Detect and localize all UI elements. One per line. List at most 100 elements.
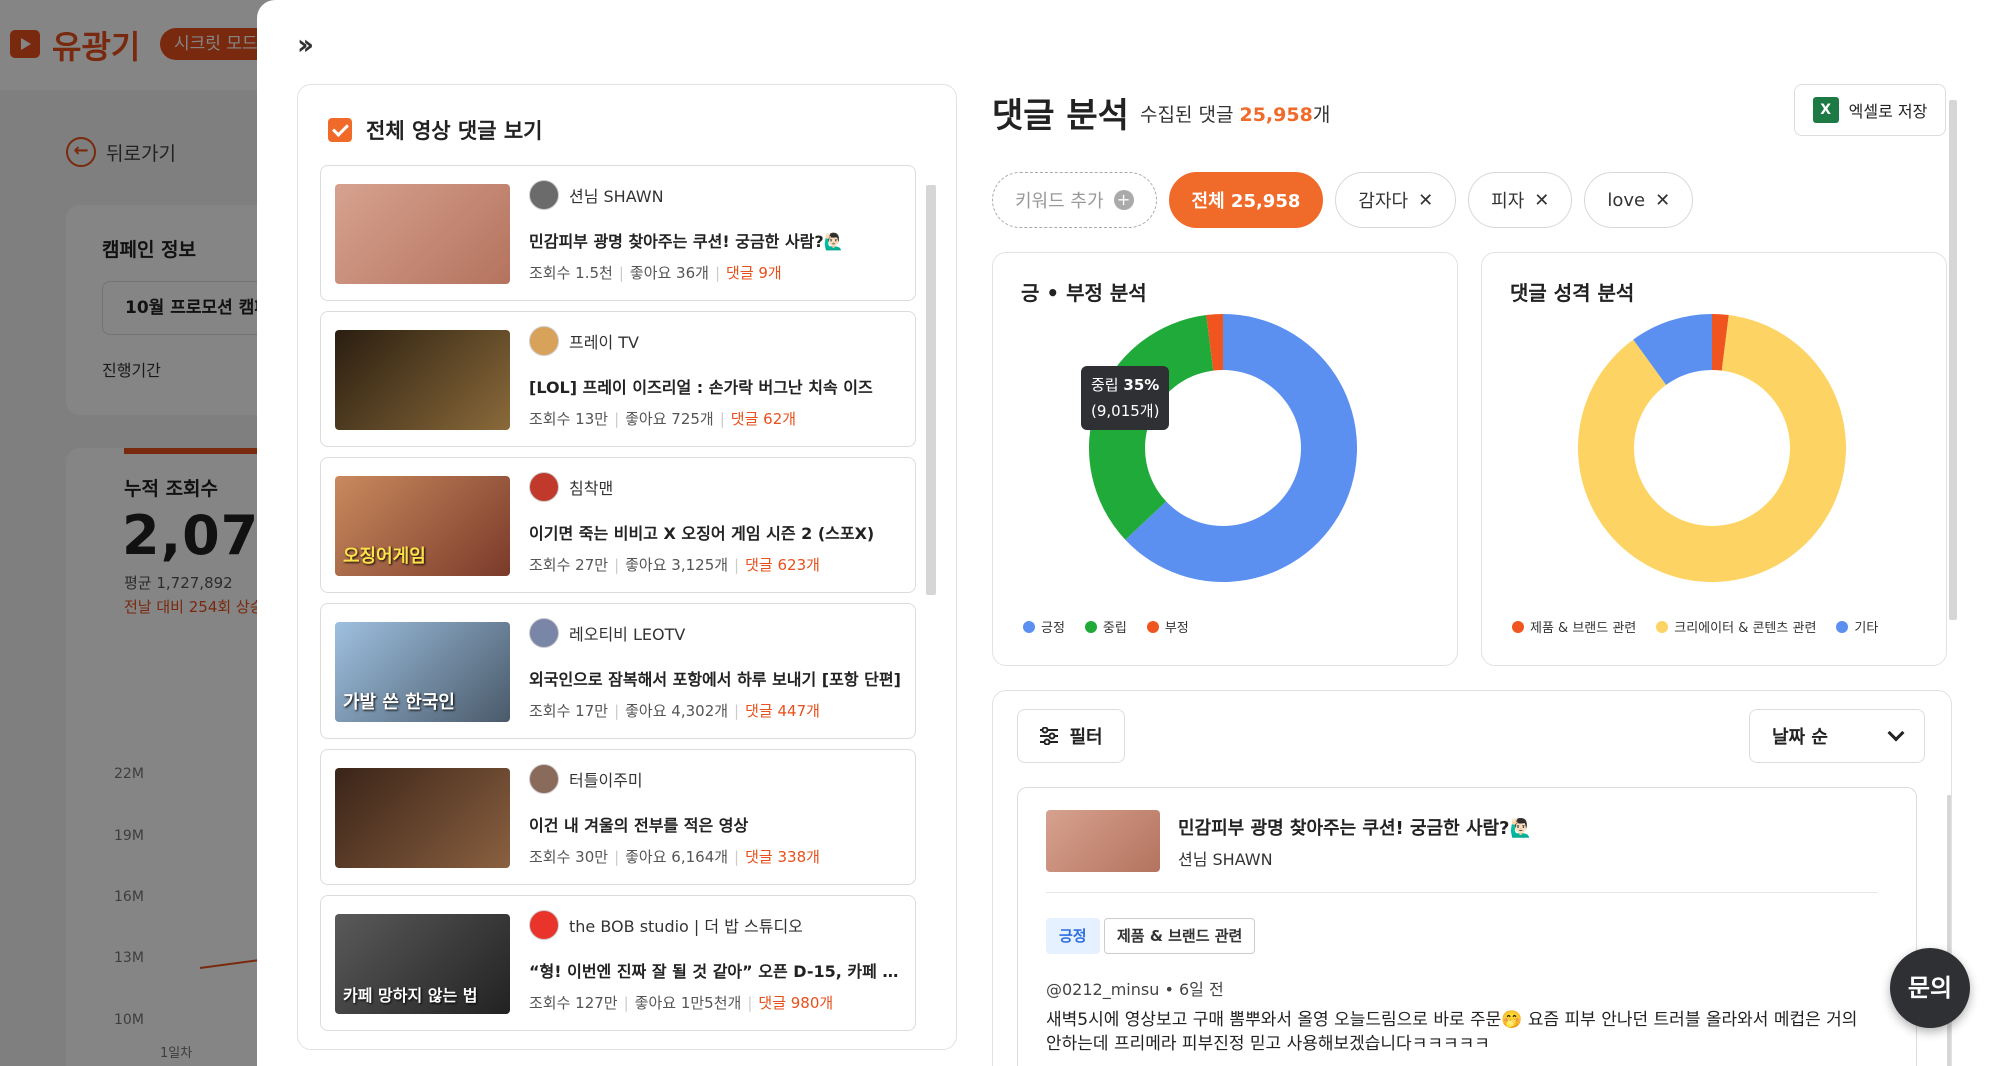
excel-export-button[interactable]: X 엑셀로 저장 [1794, 84, 1946, 136]
sort-select[interactable]: 날짜 순 [1749, 709, 1925, 763]
video-item[interactable]: 터틀이주미 이건 내 겨울의 전부를 적은 영상 조회수 30만 | 좋아요 6,1… [320, 749, 916, 885]
video-item[interactable]: 프레이 TV [LOL] 프레이 이즈리얼 : 손가락 버그난 치속 이즈 조회… [320, 311, 916, 447]
legend-dot [1084, 621, 1097, 633]
thumbnail-caption: 오징어게임 [343, 546, 426, 567]
video-comment-count: 댓글 338개 [745, 848, 820, 866]
video-meta: 조회수 127만 | 좋아요 1만5천개 | 댓글 980개 [529, 994, 834, 1012]
video-title: 이건 내 겨울의 전부를 적은 영상 [529, 816, 749, 835]
video-likes: 좋아요 6,164개 [625, 848, 729, 866]
keyword-chip-label: 감자다 [1358, 191, 1409, 212]
legend-item[interactable]: 긍정 [1023, 617, 1065, 636]
video-comment-count: 댓글 9개 [726, 264, 782, 282]
comment-text: 새벽5시에 영상보고 구매 뽐뿌와서 올영 오늘드림으로 바로 주문🤭 요즘 피… [1046, 1010, 1858, 1054]
video-comment-count: 댓글 623개 [745, 556, 820, 574]
close-icon[interactable]: ✕ [1655, 190, 1670, 211]
video-item[interactable]: 오징어게임 침착맨 이기면 죽는 비비고 X 오징어 게임 시즌 2 (스포X)… [320, 457, 916, 593]
inquiry-button[interactable]: 문의 [1890, 948, 1970, 1028]
video-list: 션님 SHAWN 민감피부 광명 찾아주는 쿠션! 궁금한 사람?🙋🏻‍♂️ 조… [320, 165, 916, 1041]
comment-video-title: 민감피부 광명 찾아주는 쿠션! 궁금한 사람?🙋🏻‍♂️ [1178, 818, 1532, 839]
sentiment-chart-card: 긍 • 부정 분석 중립 35% (9,015개) 긍정 중립 부정 [992, 252, 1458, 666]
video-item[interactable]: 가발 쓴 한국인 레오티비 LEOTV 외국인으로 잠복해서 포항에서 하루 보… [320, 603, 916, 739]
legend-label: 크리에이터 & 콘텐츠 관련 [1674, 621, 1817, 636]
legend-item[interactable]: 부정 [1146, 617, 1189, 636]
legend-label: 부정 [1164, 621, 1189, 636]
video-likes: 좋아요 725개 [625, 410, 714, 428]
filter-label: 필터 [1069, 727, 1103, 748]
comments-scrollbar[interactable] [1947, 795, 1951, 1066]
channel-name: 레오티비 LEOTV [569, 625, 686, 644]
character-chart-card: 댓글 성격 분석 제품 & 브랜드 관련 크리에이터 & 콘텐츠 관련 기타 [1481, 252, 1947, 666]
video-title: 이기면 죽는 비비고 X 오징어 게임 시즌 2 (스포X) [529, 524, 875, 543]
plus-icon: + [1113, 190, 1134, 210]
comment-item[interactable]: 민감피부 광명 찾아주는 쿠션! 궁금한 사람?🙋🏻‍♂️ 션님 SHAWN 긍… [1017, 787, 1917, 1066]
video-title: 민감피부 광명 찾아주는 쿠션! 궁금한 사람?🙋🏻‍♂️ [529, 232, 844, 251]
channel-name: 션님 SHAWN [569, 187, 664, 206]
channel-name: 프레이 TV [569, 333, 639, 352]
sentiment-legend: 긍정 중립 부정 [1023, 617, 1189, 636]
channel-name: 터틀이주미 [569, 771, 643, 790]
video-views: 조회수 1.5천 [529, 264, 613, 282]
add-keyword-chip[interactable]: 키워드 추가 + [992, 172, 1157, 228]
character-legend: 제품 & 브랜드 관련 크리에이터 & 콘텐츠 관련 기타 [1512, 617, 1878, 636]
legend-label: 기타 [1854, 621, 1879, 636]
collected-suffix: 개 [1312, 104, 1331, 126]
check-icon[interactable] [328, 118, 352, 142]
add-keyword-label: 키워드 추가 [1015, 191, 1104, 212]
video-comment-count: 댓글 447개 [745, 702, 820, 720]
analysis-title: 댓글 분석 [992, 96, 1129, 136]
video-meta: 조회수 13만 | 좋아요 725개 | 댓글 62개 [529, 410, 797, 428]
legend-item[interactable]: 중립 [1084, 617, 1127, 636]
keyword-chip[interactable]: 감자다 ✕ [1335, 172, 1457, 228]
close-icon[interactable]: ✕ [1418, 190, 1433, 211]
filter-button[interactable]: 필터 [1017, 709, 1125, 763]
comment-video-channel: 션님 SHAWN [1178, 850, 1273, 869]
legend-dot [1023, 621, 1035, 633]
close-icon[interactable]: ✕ [1534, 190, 1549, 211]
legend-item[interactable]: 크리에이터 & 콘텐츠 관련 [1656, 617, 1816, 636]
legend-item[interactable]: 제품 & 브랜드 관련 [1512, 617, 1636, 636]
video-list-scrollbar[interactable] [926, 185, 936, 595]
sort-label: 날짜 순 [1772, 727, 1828, 748]
divider [1046, 892, 1878, 893]
channel-avatar [529, 180, 559, 210]
video-views: 조회수 127만 [529, 994, 618, 1012]
video-views: 조회수 17만 [529, 702, 609, 720]
video-views: 조회수 13만 [529, 410, 609, 428]
character-chart-title: 댓글 성격 분석 [1510, 281, 1635, 305]
video-title: [LOL] 프레이 이즈리얼 : 손가락 버그난 치속 이즈 [529, 378, 873, 397]
video-likes: 좋아요 36개 [629, 264, 709, 282]
keyword-chip[interactable]: 피자 ✕ [1468, 172, 1573, 228]
video-likes: 좋아요 4,302개 [625, 702, 729, 720]
video-likes: 좋아요 1만5천개 [634, 994, 742, 1012]
channel-info: 션님 SHAWN [529, 180, 664, 210]
all-videos-label: 전체 영상 댓글 보기 [366, 119, 543, 143]
channel-name: the BOB studio | 더 밥 스튜디오 [569, 917, 803, 936]
keyword-chip-label: 피자 [1491, 191, 1525, 212]
keyword-chip-label: love [1607, 189, 1646, 211]
legend-dot [1836, 621, 1849, 633]
video-meta: 조회수 30만 | 좋아요 6,164개 | 댓글 338개 [529, 848, 820, 866]
sentiment-chart-title: 긍 • 부정 분석 [1021, 281, 1147, 305]
channel-info: 터틀이주미 [529, 764, 643, 794]
double-chevron-right-icon[interactable]: ›› [297, 28, 314, 61]
excel-icon: X [1812, 97, 1839, 123]
chart-tooltip: 중립 35% (9,015개) [1081, 366, 1170, 430]
channel-avatar [529, 910, 559, 940]
legend-dot [1512, 621, 1524, 633]
video-thumbnail [335, 768, 510, 868]
legend-label: 제품 & 브랜드 관련 [1530, 621, 1637, 636]
tooltip-label: 중립 [1091, 376, 1119, 394]
video-item[interactable]: 션님 SHAWN 민감피부 광명 찾아주는 쿠션! 궁금한 사람?🙋🏻‍♂️ 조… [320, 165, 916, 301]
analysis-scrollbar[interactable] [1949, 100, 1957, 620]
all-videos-toggle[interactable]: 전체 영상 댓글 보기 [328, 115, 543, 145]
keyword-chips: 키워드 추가 + 전체 25,958 감자다 ✕ 피자 ✕ love ✕ [992, 172, 1694, 228]
sentiment-donut-chart[interactable] [1083, 308, 1363, 588]
video-views: 조회수 30만 [529, 848, 609, 866]
video-item[interactable]: 카페 망하지 않는 법 the BOB studio | 더 밥 스튜디오 “형… [320, 895, 916, 1031]
character-donut-chart[interactable] [1572, 308, 1852, 588]
video-thumbnail: 카페 망하지 않는 법 [335, 914, 510, 1014]
keyword-chip[interactable]: love ✕ [1584, 172, 1694, 228]
keyword-chip-all[interactable]: 전체 25,958 [1168, 172, 1324, 228]
legend-item[interactable]: 기타 [1836, 617, 1878, 636]
collected-prefix: 수집된 댓글 [1140, 104, 1240, 126]
